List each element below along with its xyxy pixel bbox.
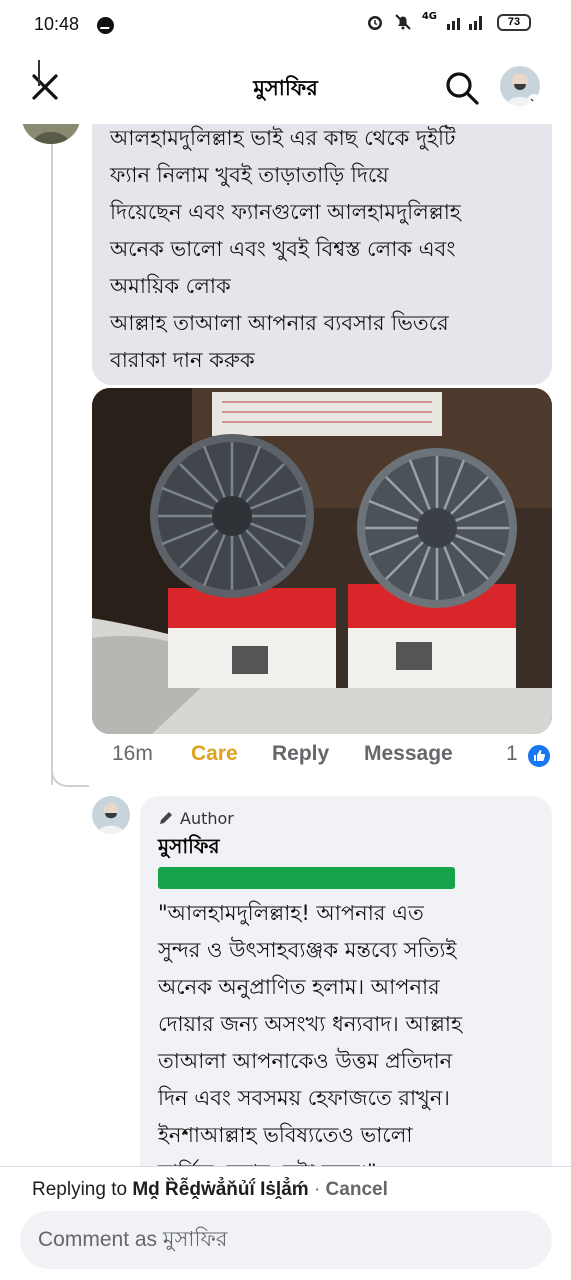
text-caret [38,60,40,86]
replying-name: Mḓ Ȑễḓẇẳňủḯ Iṡḽẳḿ [132,1179,309,1200]
battery-icon: 73 [497,13,531,31]
comment-input[interactable] [20,1211,552,1269]
reply-line: সুন্দর ও উৎসাহব্যঞ্জক মন্তব্যে সত্যিই [158,938,457,962]
chevron-down-icon [528,94,540,106]
reply-bubble[interactable]: Author মুসাফির "আলহামদুলিল্লাহ! আপনার এত… [140,796,552,1196]
comment-photo[interactable] [92,388,552,734]
fans-photo-image [92,388,552,734]
reply-composer: Replying to Mḓ Ȑễḓẇẳňủḯ Iṡḽẳḿ · Cancel [0,1166,571,1280]
reply-button[interactable]: Reply [272,742,329,766]
message-button[interactable]: Message [364,742,453,766]
reply-author-avatar[interactable] [92,796,130,834]
comment-bubble[interactable]: আলহামদুলিল্লাহ ভাই এর কাছ থেকে দুইটি ফ্য… [92,100,552,385]
like-icon[interactable] [526,743,552,769]
reply-line: দোয়ার জন্য অসংখ্য ধন্যবাদ। আল্লাহ [158,1012,463,1036]
comment-line: ফ্যান নিলাম খুবই তাড়াতাড়ি দিয়ে [110,163,389,187]
mute-icon [395,14,411,30]
reply-line: অনেক অনুপ্রাণিত হলাম। আপনার [158,975,440,999]
status-icons: 4G 73 [366,10,531,31]
redaction-bar [158,867,455,889]
care-reaction-button[interactable]: Care [191,742,238,766]
reply-line: তাআলা আপনাকেও উত্তম প্রতিদান [158,1049,453,1073]
reply-line: ইনশাআল্লাহ ভবিষ্যতেও ভালো [158,1123,413,1147]
comment-timestamp: 16m [112,742,153,765]
profile-avatar-button[interactable] [500,66,540,106]
separator: · [313,1179,321,1200]
reply-line: "আলহামদুলিল্লাহ! আপনার এত [158,901,424,925]
comment-line: অনেক ভালো এবং খুবই বিশ্বস্ত লোক এবং [110,237,456,261]
replying-to-label: Replying to Mḓ Ȑễḓẇẳňủḯ Iṡḽẳḿ · Cancel [32,1179,388,1201]
comment-line: আল্লাহ তাআলা আপনার ব্যবসার ভিতরে [110,311,449,335]
pencil-icon [160,812,172,824]
status-bar: 10:48 4G 73 [0,0,571,52]
comment-line: আলহামদুলিল্লাহ ভাই এর কাছ থেকে দুইটি [110,126,456,150]
network-label: 4G [421,10,437,22]
search-icon [446,72,479,105]
comment-line: দিয়েছেন এবং ফ্যানগুলো আলহামদুলিল্লাহ [110,200,461,224]
app-header: মুসাফির [0,52,571,124]
thread-connector [51,140,53,785]
signal-icon [447,16,482,30]
reaction-count[interactable]: 1 [506,742,518,766]
replying-prefix: Replying to [32,1179,128,1200]
comment-line: অমায়িক লোক [110,274,231,298]
author-badge-label: Author [180,808,234,828]
reply-text: "আলহামদুলিল্লাহ! আপনার এত সুন্দর ও উৎসাহ… [158,895,538,1191]
messenger-icon [97,17,114,34]
page-title: মুসাফির [253,76,318,100]
avatar [92,796,130,834]
battery-level: 73 [507,16,521,28]
alarm-icon [367,16,382,30]
comment-actions: 16m Care Reply Message 1 [0,742,571,774]
reply-author-name[interactable]: মুসাফির [158,832,538,865]
comment-line: বারাকা দান করুক [110,348,255,372]
reply-line: দিন এবং সবসময় হেফাজতে রাখুন। [158,1086,450,1110]
author-badge: Author [158,808,538,828]
cancel-reply-button[interactable]: Cancel [326,1179,388,1200]
search-button[interactable] [440,66,484,110]
status-time: 10:48 [34,14,80,34]
